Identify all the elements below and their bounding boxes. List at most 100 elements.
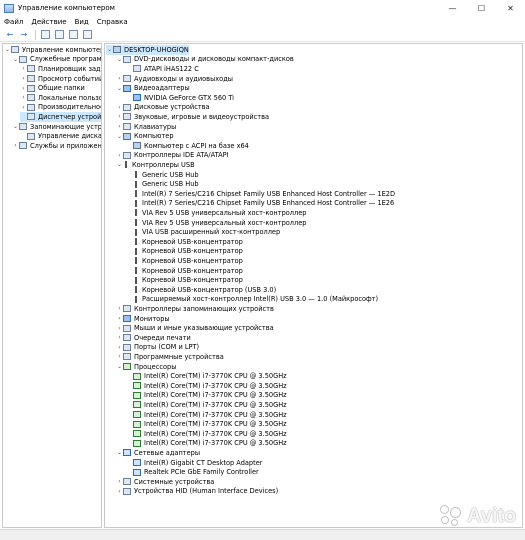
- device-tree-item[interactable]: › Контроллеры запоминающих устройств: [116, 304, 274, 314]
- device-tree-item[interactable]: Корневой USB-концентратор: [126, 256, 243, 266]
- help-icon[interactable]: [67, 29, 79, 40]
- device-tree-item[interactable]: › Мониторы: [116, 314, 169, 324]
- close-button[interactable]: ✕: [496, 0, 525, 16]
- expand-chevron-icon[interactable]: ⌄: [12, 56, 19, 63]
- expand-chevron-icon[interactable]: ›: [20, 94, 27, 101]
- device-tree-item[interactable]: Intel(R) Core(TM) i7-3770K CPU @ 3.50GHz: [126, 439, 287, 449]
- device-tree-item[interactable]: › Мыши и иные указывающие устройства: [116, 323, 273, 333]
- expand-chevron-icon[interactable]: ›: [12, 142, 19, 149]
- nav-tree-item[interactable]: ⌄ Запоминающие устройст: [12, 122, 101, 132]
- device-tree-item[interactable]: ⌄ DVD-дисководы и дисководы компакт-диско…: [116, 55, 294, 65]
- minimize-button[interactable]: —: [438, 0, 467, 16]
- device-tree-item[interactable]: Intel(R) Core(TM) i7-3770K CPU @ 3.50GHz: [126, 429, 287, 439]
- device-tree-item[interactable]: Корневой USB-концентратор: [126, 266, 243, 276]
- device-tree-item[interactable]: Корневой USB-концентратор: [126, 247, 243, 257]
- console-icon[interactable]: [81, 29, 93, 40]
- expand-chevron-icon[interactable]: ›: [116, 123, 123, 130]
- expand-chevron-icon[interactable]: ⌄: [116, 85, 123, 92]
- expand-chevron-icon[interactable]: ›: [116, 305, 123, 312]
- expand-chevron-icon[interactable]: ›: [116, 488, 123, 495]
- expand-chevron-icon[interactable]: ›: [116, 152, 123, 159]
- device-tree-item[interactable]: Intel(R) Core(TM) i7-3770K CPU @ 3.50GHz: [126, 391, 287, 401]
- menu-file[interactable]: Файл: [4, 18, 23, 26]
- device-tree-item[interactable]: Intel(R) Core(TM) i7-3770K CPU @ 3.50GHz: [126, 400, 287, 410]
- expand-chevron-icon[interactable]: ⌄: [106, 46, 113, 53]
- device-tree-item[interactable]: › Программные устройства: [116, 352, 223, 362]
- expand-chevron-icon[interactable]: ›: [20, 75, 27, 82]
- nav-tree-item[interactable]: › Локальные пользовате: [20, 93, 101, 103]
- expand-chevron-icon[interactable]: ›: [116, 478, 123, 485]
- expand-chevron-icon[interactable]: ⌄: [116, 133, 123, 140]
- nav-tree-item[interactable]: › Общие папки: [20, 83, 85, 93]
- device-tree-item[interactable]: › Контроллеры IDE ATA/ATAPI: [116, 151, 228, 161]
- device-tree-item[interactable]: VIA USB расширенный хост-контроллер: [126, 227, 280, 237]
- up-icon[interactable]: [39, 29, 51, 40]
- device-tree-item[interactable]: › Устройства HID (Human Interface Devices…: [116, 487, 278, 497]
- device-tree-item[interactable]: Корневой USB-концентратор (USB 3.0): [126, 285, 276, 295]
- nav-tree-item[interactable]: ⌄ Управление компьютером (л: [4, 45, 101, 55]
- expand-chevron-icon[interactable]: ›: [20, 85, 27, 92]
- device-tree-item[interactable]: › Порты (COM и LPT): [116, 343, 199, 353]
- device-tree-item[interactable]: ⌄ Компьютер: [116, 131, 174, 141]
- nav-tree-item[interactable]: Диспетчер устройств: [20, 112, 101, 122]
- back-icon[interactable]: ←: [4, 29, 16, 40]
- expand-chevron-icon[interactable]: ⌄: [116, 363, 123, 370]
- expand-chevron-icon[interactable]: ›: [20, 104, 27, 111]
- device-tree-item[interactable]: › Звуковые, игровые и видеоустройства: [116, 112, 269, 122]
- device-tree-item[interactable]: Intel(R) Core(TM) i7-3770K CPU @ 3.50GHz: [126, 410, 287, 420]
- device-tree-item[interactable]: Intel(R) Core(TM) i7-3770K CPU @ 3.50GHz: [126, 371, 287, 381]
- device-tree-item[interactable]: › Очереди печати: [116, 333, 190, 343]
- menu-help[interactable]: Справка: [97, 18, 128, 26]
- device-tree-item[interactable]: Generic USB Hub: [126, 170, 199, 180]
- expand-chevron-icon[interactable]: ›: [116, 334, 123, 341]
- device-tree-item[interactable]: ⌄ Сетевые адаптеры: [116, 448, 200, 458]
- device-tree-item[interactable]: NVIDIA GeForce GTX 560 Ti: [126, 93, 234, 103]
- expand-chevron-icon[interactable]: ⌄: [116, 449, 123, 456]
- device-tree-item[interactable]: ATAPI iHAS122 C: [126, 64, 199, 74]
- menu-view[interactable]: Вид: [75, 18, 89, 26]
- nav-tree-item[interactable]: Управление дисками: [20, 131, 101, 141]
- expand-chevron-icon[interactable]: ⌄: [4, 46, 11, 53]
- expand-chevron-icon[interactable]: ⌄: [116, 161, 123, 168]
- device-tree-item[interactable]: › Клавиатуры: [116, 122, 176, 132]
- device-tree-item[interactable]: › Аудиовходы и аудиовыходы: [116, 74, 233, 84]
- maximize-button[interactable]: ☐: [467, 0, 496, 16]
- nav-tree-item[interactable]: ⌄ Служебные программы: [12, 55, 101, 65]
- expand-chevron-icon[interactable]: ›: [116, 104, 123, 111]
- expand-chevron-icon[interactable]: ›: [116, 344, 123, 351]
- device-tree-item[interactable]: ⌄ Контроллеры USB: [116, 160, 195, 170]
- device-tree-item[interactable]: Intel(R) 7 Series/C216 Chipset Family US…: [126, 189, 395, 199]
- nav-tree-item[interactable]: › Производительность: [20, 103, 101, 113]
- device-tree-item[interactable]: ⌄ Процессоры: [116, 362, 176, 372]
- expand-chevron-icon[interactable]: ⌄: [116, 56, 123, 63]
- expand-chevron-icon[interactable]: ›: [116, 325, 123, 332]
- device-tree-item[interactable]: › Дисковые устройства: [116, 103, 209, 113]
- expand-chevron-icon[interactable]: ›: [20, 65, 27, 72]
- device-tree-item[interactable]: Intel(R) Gigabit CT Desktop Adapter: [126, 458, 262, 468]
- forward-icon[interactable]: →: [18, 29, 30, 40]
- device-tree-item[interactable]: Intel(R) Core(TM) i7-3770K CPU @ 3.50GHz: [126, 419, 287, 429]
- nav-tree-item[interactable]: › Службы и приложения: [12, 141, 101, 151]
- expand-chevron-icon[interactable]: ›: [116, 113, 123, 120]
- device-tree-item[interactable]: Расширяемый хост-контроллер Intel(R) USB…: [126, 295, 378, 305]
- device-tree-item[interactable]: Generic USB Hub: [126, 179, 199, 189]
- nav-tree-item[interactable]: › Планировщик заданий: [20, 64, 101, 74]
- expand-chevron-icon[interactable]: ›: [116, 353, 123, 360]
- device-tree-item[interactable]: VIA Rev 5 USB универсальный хост-контрол…: [126, 218, 306, 228]
- nav-tree-item[interactable]: › Просмотр событий: [20, 74, 101, 84]
- properties-icon[interactable]: [53, 29, 65, 40]
- device-tree-item[interactable]: Intel(R) Core(TM) i7-3770K CPU @ 3.50GHz: [126, 381, 287, 391]
- expand-chevron-icon[interactable]: ›: [116, 315, 123, 322]
- expand-chevron-icon[interactable]: ›: [116, 75, 123, 82]
- device-tree-item[interactable]: Корневой USB-концентратор: [126, 275, 243, 285]
- device-tree-item[interactable]: Intel(R) 7 Series/C216 Chipset Family US…: [126, 199, 394, 209]
- device-tree-item[interactable]: Корневой USB-концентратор: [126, 237, 243, 247]
- device-tree-item[interactable]: Компьютер с ACPI на базе x64: [126, 141, 249, 151]
- device-tree-item[interactable]: ⌄ DESKTOP-UHOGIQN: [106, 45, 189, 55]
- device-tree-item[interactable]: Realtek PCIe GbE Family Controller: [126, 467, 259, 477]
- device-tree-item[interactable]: ⌄ Видеоадаптеры: [116, 83, 190, 93]
- menu-action[interactable]: Действие: [31, 18, 66, 26]
- expand-chevron-icon[interactable]: ⌄: [12, 123, 19, 130]
- device-tree-item[interactable]: › Системные устройства: [116, 477, 214, 487]
- device-tree-item[interactable]: VIA Rev 5 USB универсальный хост-контрол…: [126, 208, 306, 218]
